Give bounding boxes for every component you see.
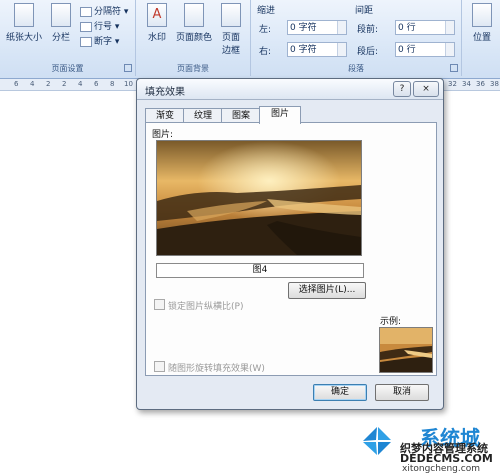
lock-aspect-label: 锁定图片纵横比(P) [168,302,244,312]
ruler-mark: 36 [476,80,485,88]
breaks-label: 分隔符 [94,7,122,17]
windows-logo-icon [360,424,394,458]
ruler-mark: 34 [462,80,471,88]
ruler-mark: 32 [448,80,457,88]
page-borders-button[interactable]: 页面 边框 [218,3,244,56]
indent-left-label: 左: [259,25,272,35]
site-watermark: 系统城 织梦内容管理系统 DEDECMS.COM xitongcheng.com [360,422,500,475]
watermark-line4: xitongcheng.com [402,464,480,474]
page-setup-group-label: 页面设置 [51,64,84,73]
spacing-after-label: 段后: [357,47,379,57]
page-color-button[interactable]: 页面颜色 [174,3,214,43]
lock-aspect-checkbox[interactable] [154,299,165,310]
page-color-icon [184,3,204,27]
page-borders-label-line2: 边框 [221,46,240,56]
columns-button[interactable]: 分栏 [48,3,74,43]
indent-label: 缩进 [257,6,276,16]
paper-size-label: 纸张大小 [5,33,42,43]
paper-size-button[interactable]: 纸张大小 [2,3,46,43]
line-numbers-icon [80,21,92,32]
fill-effects-dialog: 填充效果 ? × 渐变 纹理 图案 图片 图片: 图4 选择图片(L)... 锁… [136,78,444,410]
tab-picture[interactable]: 图片 [259,106,301,124]
breaks-button[interactable]: 分隔符 ▾ [80,4,128,17]
landscape-image [157,141,361,255]
line-numbers-label: 行号 [94,22,113,32]
page-borders-label-line1: 页面 [221,33,240,43]
indent-right-label: 右: [259,47,272,57]
picture-preview [156,140,362,256]
tab-texture[interactable]: 纹理 [183,108,223,123]
help-button[interactable]: ? [393,81,411,97]
page-background-group-label: 页面背景 [177,64,209,73]
spacing-after-spinner[interactable]: 0 行 [395,42,455,57]
picture-label: 图片: [152,130,174,140]
watermark-icon: A [147,3,167,27]
tab-gradient[interactable]: 渐变 [145,108,185,123]
ruler-mark: 10 [124,80,133,88]
paragraph-group: 缩进 间距 左: 0 字符 右: 0 字符 段前: 0 行 段后: 0 行 段落 [251,0,462,76]
spacing-label: 间距 [355,6,374,16]
arrange-group: 位置 [462,0,500,76]
spacing-before-label: 段前: [357,25,379,35]
ruler-mark: 4 [30,80,35,88]
sample-preview [379,327,433,373]
ruler-mark: 6 [94,80,99,88]
sample-image [380,328,432,372]
hyphenation-label: 断字 [94,37,113,47]
ruler-mark: 8 [110,80,115,88]
picture-tab-panel: 图片: 图4 选择图片(L)... 锁定图片纵横比(P) 示例: 随图形旋转填充… [145,122,437,376]
line-numbers-button[interactable]: 行号 ▾ [80,19,119,32]
close-button[interactable]: × [413,81,439,97]
ruler-mark: 38 [490,80,499,88]
columns-icon [51,3,71,27]
paper-size-icon [14,3,34,27]
ruler-mark: 6 [14,80,19,88]
hyphenation-icon [80,36,92,47]
tab-pattern[interactable]: 图案 [221,108,261,123]
dialog-title: 填充效果 [145,87,185,98]
position-label: 位置 [472,33,491,43]
ruler-mark: 2 [62,80,67,88]
cancel-button[interactable]: 取消 [375,384,429,401]
sample-label: 示例: [380,317,402,327]
page-background-group: A 水印 页面颜色 页面 边框 页面背景 [136,0,251,76]
spacing-before-spinner[interactable]: 0 行 [395,20,455,35]
ruler-mark: 2 [46,80,51,88]
hyphenation-button[interactable]: 断字 ▾ [80,34,119,47]
ribbon: 纸张大小 分栏 分隔符 ▾ 行号 ▾ 断字 ▾ 页面设置 A 水印 页面颜色 页… [0,0,500,79]
rotate-with-shape-checkbox[interactable] [154,361,165,372]
watermark-label: 水印 [147,33,166,43]
paragraph-group-label: 段落 [348,64,364,73]
dialog-titlebar[interactable]: 填充效果 ? × [137,79,443,100]
page-borders-icon [221,3,241,27]
select-picture-button[interactable]: 选择图片(L)... [288,282,366,299]
ok-button[interactable]: 确定 [313,384,367,401]
columns-label: 分栏 [51,33,70,43]
indent-right-spinner[interactable]: 0 字符 [287,42,347,57]
page-color-label: 页面颜色 [175,33,212,43]
picture-name-field: 图4 [156,263,364,278]
rotate-with-shape-label: 随图形旋转填充效果(W) [168,364,265,374]
position-button[interactable]: 位置 [468,3,496,43]
ruler-mark: 4 [78,80,83,88]
indent-left-spinner[interactable]: 0 字符 [287,20,347,35]
watermark-button[interactable]: A 水印 [144,3,170,43]
paragraph-launcher-icon[interactable] [450,64,458,72]
page-setup-group: 纸张大小 分栏 分隔符 ▾ 行号 ▾ 断字 ▾ 页面设置 [0,0,136,76]
breaks-icon [80,6,92,17]
position-icon [472,3,492,27]
page-setup-launcher-icon[interactable] [124,64,132,72]
